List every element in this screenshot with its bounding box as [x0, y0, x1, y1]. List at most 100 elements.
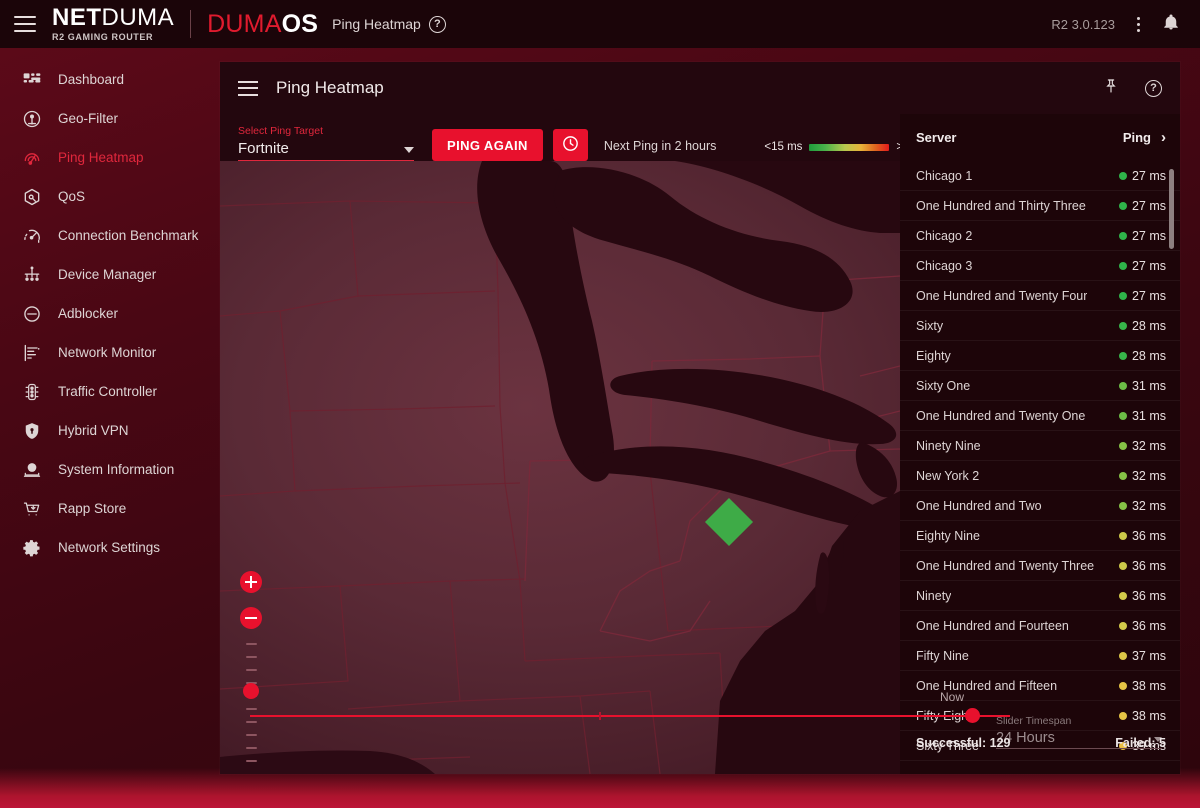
ping-status-dot [1118, 261, 1127, 270]
timeline-slider[interactable]: Now [250, 690, 1010, 724]
ping-status-dot [1118, 651, 1127, 660]
sidebar-item-rapp-store[interactable]: Rapp Store [0, 489, 208, 528]
clock-icon [561, 134, 580, 156]
traffic-controller-icon [22, 382, 42, 402]
server-name: Sixty One [916, 378, 971, 393]
server-name: New York 2 [916, 468, 980, 483]
network-monitor-icon [22, 343, 42, 363]
slider-timespan-label: Slider Timespan [996, 715, 1072, 727]
server-name: One Hundred and Twenty Four [916, 288, 1088, 303]
table-row[interactable]: Chicago 1 27 ms [900, 161, 1180, 191]
more-vertical-icon[interactable] [1135, 15, 1142, 34]
column-header-server[interactable]: Server [916, 130, 956, 145]
table-row[interactable]: Fifty Nine 37 ms [900, 641, 1180, 671]
next-ping-status: Next Ping in 2 hours [603, 139, 717, 153]
zoom-tick [245, 656, 257, 658]
sidebar-item-network-settings[interactable]: Network Settings [0, 528, 208, 567]
server-ping: 37 ms [1118, 649, 1166, 663]
sidebar-item-label: Ping Heatmap [58, 150, 144, 165]
server-name: Chicago 2 [916, 228, 973, 243]
server-ping-value: 36 ms [1131, 558, 1166, 573]
sidebar-item-traffic-controller[interactable]: Traffic Controller [0, 372, 208, 411]
server-ping: 36 ms [1118, 588, 1166, 603]
server-name: Eighty [916, 348, 951, 363]
table-row[interactable]: One Hundred and Two 32 ms [900, 491, 1180, 521]
sidebar-item-label: System Information [58, 462, 175, 477]
server-ping-value: 28 ms [1131, 348, 1166, 363]
zoom-slider-track[interactable] [239, 643, 263, 762]
sidebar-item-network-monitor[interactable]: Network Monitor [0, 333, 208, 372]
notification-bell-icon[interactable] [1162, 12, 1180, 37]
sidebar-item-label: Rapp Store [58, 501, 127, 516]
server-name: Chicago 3 [916, 258, 973, 273]
sidebar-item-device-manager[interactable]: Device Manager [0, 255, 208, 294]
header-app-title: Ping Heatmap [332, 16, 421, 32]
map-geography [220, 161, 900, 774]
header-help-icon[interactable]: ? [428, 15, 446, 33]
sidebar-item-system-information[interactable]: i System Information [0, 450, 208, 489]
server-ping-value: 32 ms [1131, 438, 1166, 453]
global-header: NETDUMA R2 GAMING ROUTER DUMAOS Ping Hea… [0, 0, 1200, 48]
chevron-right-icon[interactable]: › [1161, 129, 1166, 146]
zoom-tick [245, 747, 257, 749]
sidebar-item-adblocker[interactable]: Adblocker [0, 294, 208, 333]
sidebar-item-ping-heatmap[interactable]: Ping Heatmap [0, 138, 208, 177]
sidebar-item-connection-benchmark[interactable]: Connection Benchmark [0, 216, 208, 255]
zoom-out-button[interactable] [240, 607, 262, 629]
table-row[interactable]: Ninety Nine 32 ms [900, 431, 1180, 461]
table-row[interactable]: One Hundred and Twenty Four 27 ms [900, 281, 1180, 311]
server-ping-value: 27 ms [1131, 258, 1166, 273]
server-ping: 31 ms [1118, 409, 1166, 423]
ping-again-button[interactable]: PING AGAIN [432, 129, 543, 161]
legend-min-label: <15 ms [764, 141, 803, 153]
sidebar-item-geo-filter[interactable]: Geo-Filter [0, 99, 208, 138]
server-list[interactable]: Chicago 1 27 ms One Hundred and Thirty Thr… [900, 161, 1180, 774]
panel-hamburger-icon[interactable] [238, 80, 258, 96]
server-ping-value: 27 ms [1131, 228, 1166, 243]
schedule-button[interactable] [552, 129, 588, 161]
hamburger-icon[interactable] [14, 16, 36, 32]
panel-header-actions: ? [1103, 77, 1180, 100]
column-header-ping[interactable]: Ping [1123, 130, 1151, 145]
heatmap-map[interactable] [220, 161, 900, 774]
pin-icon[interactable] [1103, 77, 1119, 100]
server-name: One Hundred and Twenty Three [916, 558, 1095, 573]
table-row[interactable]: Eighty 28 ms [900, 341, 1180, 371]
sidebar-item-hybrid-vpn[interactable]: Hybrid VPN [0, 411, 208, 450]
table-row[interactable]: One Hundred and Thirty Three 27 ms [900, 191, 1180, 221]
table-row[interactable]: Sixty 28 ms [900, 311, 1180, 341]
qos-icon [22, 187, 42, 207]
table-row[interactable]: Sixty One 31 ms [900, 371, 1180, 401]
panel-help-icon[interactable]: ? [1145, 79, 1162, 97]
table-row[interactable]: Eighty Nine 36 ms [900, 521, 1180, 551]
table-row[interactable]: One Hundred and Twenty Three 36 ms [900, 551, 1180, 581]
ping-target-control[interactable]: Fortnite [238, 140, 414, 161]
zoom-in-button[interactable] [240, 571, 262, 593]
server-list-scrollbar[interactable] [1169, 169, 1174, 249]
server-name: One Hundred and Two [916, 498, 1042, 513]
timeline-handle[interactable] [965, 708, 980, 723]
server-ping: 32 ms [1118, 438, 1166, 453]
timeline-track[interactable] [250, 715, 1010, 717]
ping-status-dot [1118, 471, 1127, 480]
geo-filter-icon [22, 109, 42, 129]
sidebar-item-qos[interactable]: QoS [0, 177, 208, 216]
table-row[interactable]: Chicago 2 27 ms [900, 221, 1180, 251]
table-row[interactable]: New York 2 32 ms [900, 461, 1180, 491]
netduma-logo: NETDUMA R2 GAMING ROUTER [52, 6, 174, 42]
ping-heatmap-app: NETDUMA R2 GAMING ROUTER DUMAOS Ping Hea… [0, 0, 1200, 808]
table-row[interactable]: Ninety 36 ms [900, 581, 1180, 611]
sidebar-item-label: Adblocker [58, 306, 119, 321]
server-name: Chicago 1 [916, 168, 973, 183]
sidebar-item-label: Dashboard [58, 72, 125, 87]
ping-stats: Successful: 129 Failed: 5 [916, 736, 1166, 750]
table-row[interactable]: Chicago 3 27 ms [900, 251, 1180, 281]
table-row[interactable]: One Hundred and Twenty One 31 ms [900, 401, 1180, 431]
timeline-tick [599, 712, 601, 720]
sidebar-item-dashboard[interactable]: Dashboard [0, 60, 208, 99]
table-row[interactable]: One Hundred and Fourteen 36 ms [900, 611, 1180, 641]
server-ping-value: 36 ms [1131, 588, 1166, 603]
ping-target-select[interactable]: Select Ping Target Fortnite [238, 125, 414, 161]
server-ping: 28 ms [1118, 348, 1166, 363]
zoom-slider-handle[interactable] [243, 683, 259, 699]
